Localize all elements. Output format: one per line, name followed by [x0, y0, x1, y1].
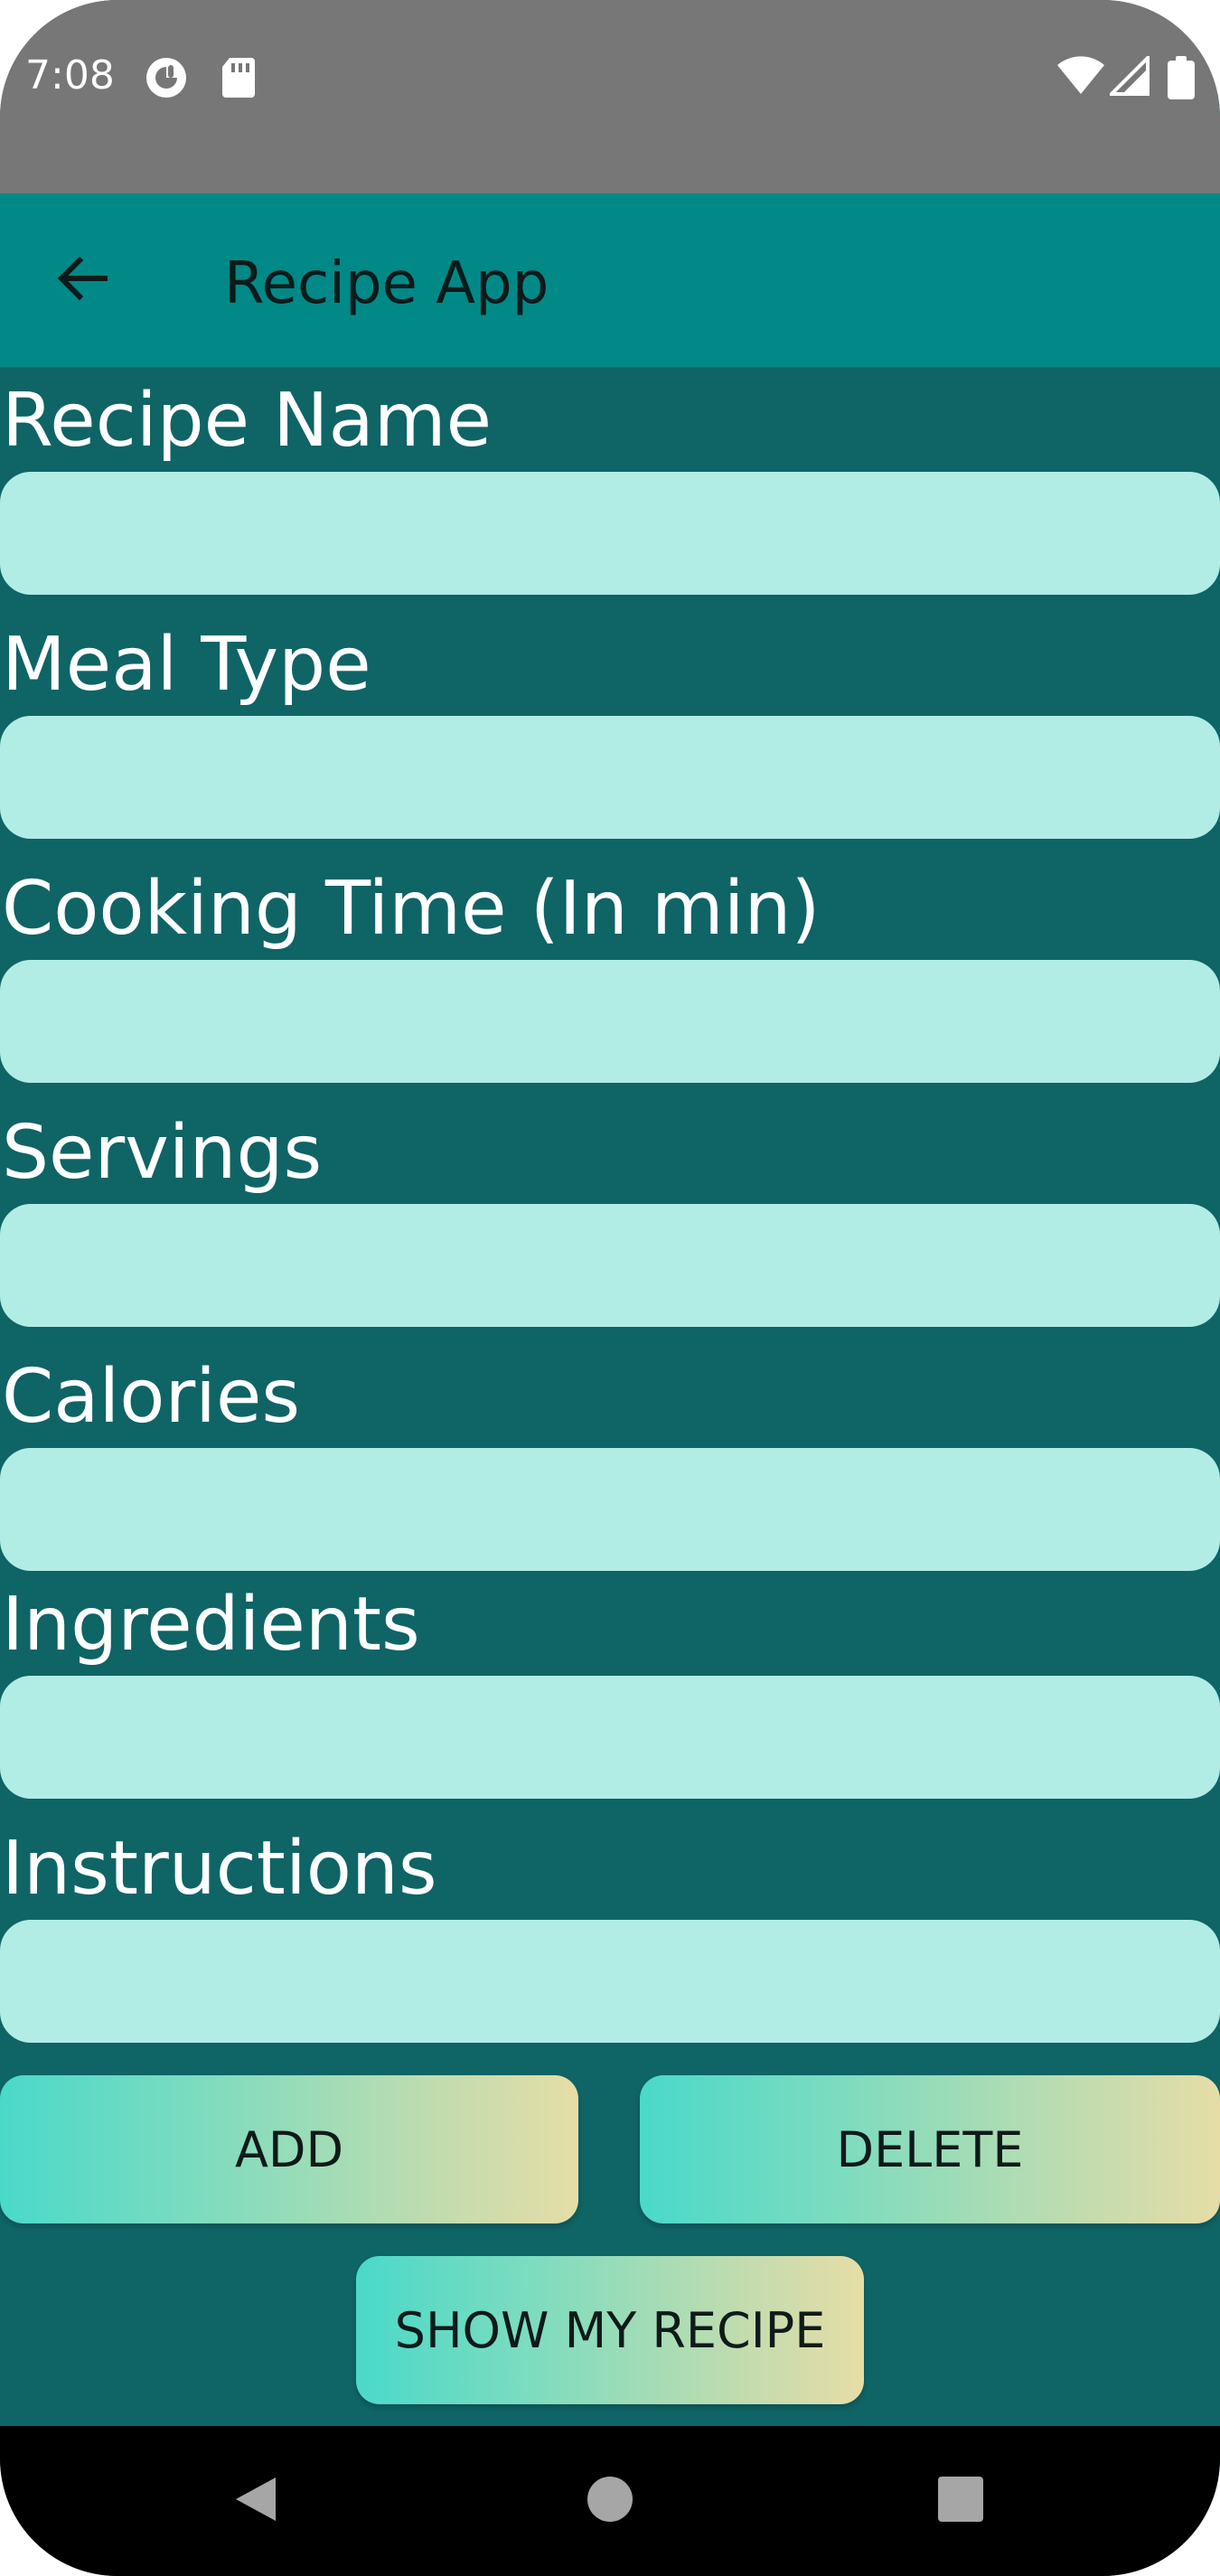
recipe-name-input[interactable]: [0, 472, 1220, 595]
nav-recents-button[interactable]: [920, 2460, 1001, 2542]
recents-square-icon: [936, 2475, 985, 2528]
meal-type-label: Meal Type: [2, 622, 371, 708]
instructions-input[interactable]: [0, 1920, 1220, 2043]
navigation-bar: [0, 2426, 1220, 2576]
add-button[interactable]: ADD: [0, 2075, 578, 2223]
servings-label: Servings: [2, 1110, 323, 1196]
circle-app-icon: [145, 56, 188, 104]
wifi-icon: [1057, 56, 1104, 100]
battery-icon: [1168, 56, 1195, 104]
back-button[interactable]: [36, 235, 127, 325]
signal-icon: [1107, 53, 1150, 100]
cooking-time-label: Cooking Time (In min): [2, 866, 821, 952]
back-triangle-icon: [230, 2474, 281, 2529]
arrow-back-icon: [54, 251, 108, 310]
show-my-recipe-button[interactable]: SHOW MY RECIPE: [356, 2256, 864, 2404]
nav-back-button[interactable]: [215, 2460, 296, 2542]
app-bar: Recipe App: [0, 193, 1220, 367]
ingredients-input[interactable]: [0, 1676, 1220, 1799]
meal-type-input[interactable]: [0, 716, 1220, 839]
home-circle-icon: [586, 2475, 634, 2528]
nav-home-button[interactable]: [569, 2460, 651, 2542]
delete-button[interactable]: DELETE: [640, 2075, 1220, 2223]
calories-input[interactable]: [0, 1448, 1220, 1571]
status-bar: 7:08: [0, 0, 1220, 193]
phone-screen: 7:08 Recipe App Recipe Name Meal Type Co…: [0, 0, 1220, 2576]
cooking-time-input[interactable]: [0, 960, 1220, 1083]
recipe-name-label: Recipe Name: [2, 378, 493, 464]
app-title: Recipe App: [224, 250, 549, 317]
ingredients-label: Ingredients: [2, 1582, 420, 1668]
status-time: 7:08: [25, 52, 115, 99]
calories-label: Calories: [2, 1354, 301, 1440]
servings-input[interactable]: [0, 1204, 1220, 1327]
instructions-label: Instructions: [2, 1826, 437, 1912]
sd-card-icon: [221, 56, 257, 104]
